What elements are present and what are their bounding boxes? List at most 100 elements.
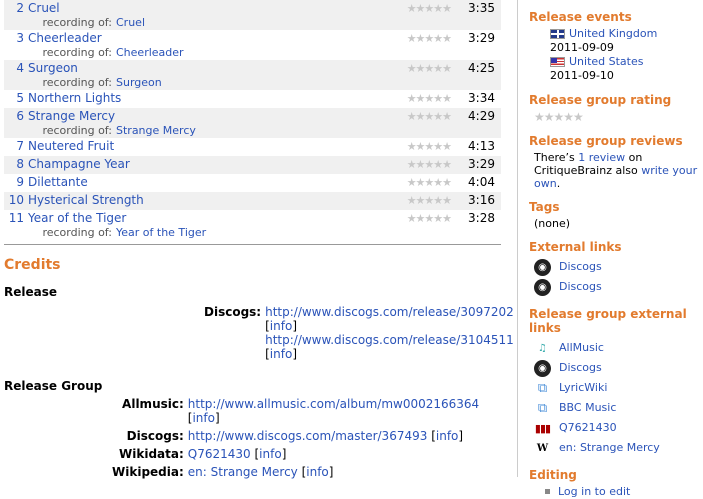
discogs-release-link[interactable]: http://www.discogs.com/release/3097202: [265, 305, 514, 319]
info-link[interactable]: info: [259, 447, 282, 461]
track-title-link[interactable]: Dilettante: [28, 175, 88, 189]
discogs-icon: ◉: [534, 278, 551, 296]
track-number[interactable]: 10: [4, 192, 26, 210]
info-link[interactable]: info: [436, 429, 459, 443]
rg-external-link[interactable]: BBC Music: [559, 401, 616, 414]
recording-link[interactable]: Cruel: [116, 16, 145, 29]
rating-stars[interactable]: ★★★★★: [407, 140, 452, 153]
release-country-link[interactable]: United States: [569, 55, 644, 68]
credit-value: Q7621430 [info]: [187, 447, 287, 461]
rg-external-link[interactable]: Q7621430: [559, 421, 617, 434]
rg-external-link[interactable]: LyricWiki: [559, 381, 607, 394]
rating-stars[interactable]: ★★★★★: [407, 194, 452, 207]
editing-item: Log in to edit: [534, 485, 703, 499]
track-title-link[interactable]: Champagne Year: [28, 157, 130, 171]
recording-of: recording of: Cheerleader: [28, 46, 395, 60]
rating-stars[interactable]: ★★★★★: [407, 212, 452, 225]
rg-external-link-item: Wen: Strange Mercy: [534, 438, 703, 458]
track-row: 9 Dilettante ★★★★★ 4:04: [4, 174, 501, 192]
credit-row: Allmusic: http://www.allmusic.com/album/m…: [112, 395, 501, 427]
track-title-link[interactable]: Year of the Tiger: [28, 211, 126, 225]
track-title-cell: Cheerleader recording of: Cheerleader: [26, 30, 397, 60]
credit-label: Allmusic:: [122, 397, 184, 411]
rating-stars[interactable]: ★★★★★: [407, 110, 452, 123]
discogs-link[interactable]: Discogs: [559, 280, 602, 293]
release-date: 2011-09-09: [550, 41, 614, 54]
track-number[interactable]: 3: [4, 30, 26, 60]
recording-link[interactable]: Year of the Tiger: [116, 226, 206, 239]
track-title-link[interactable]: Cruel: [28, 1, 60, 15]
credit-value: http://www.allmusic.com/album/mw00021663…: [187, 397, 480, 425]
track-title-cell: Surgeon recording of: Surgeon: [26, 60, 397, 90]
track-number[interactable]: 5: [4, 90, 26, 108]
rg-external-link-item: ▮▮▮ Q7621430: [534, 418, 703, 438]
track-title-link[interactable]: Cheerleader: [28, 31, 102, 45]
track-title-link[interactable]: Hysterical Strength: [28, 193, 144, 207]
rating-stars[interactable]: ★★★★★: [407, 158, 452, 171]
info-link[interactable]: info: [270, 347, 293, 361]
recording-of-label: recording of:: [42, 76, 112, 89]
track-title-link[interactable]: Northern Lights: [28, 91, 121, 105]
release-event: United States 2011-09-10: [550, 55, 703, 83]
release-date: 2011-09-10: [550, 69, 614, 82]
track-row: 8 Champagne Year ★★★★★ 3:29: [4, 156, 501, 174]
track-rating-cell: ★★★★★: [397, 30, 453, 60]
log-in-to-edit-link[interactable]: Log in to edit: [558, 485, 630, 498]
rg-external-link[interactable]: en: Strange Mercy: [559, 441, 660, 454]
rating-stars[interactable]: ★★★★★: [407, 92, 452, 105]
rating-stars[interactable]: ★★★★★: [407, 176, 452, 189]
credit-link[interactable]: http://www.discogs.com/master/367493: [188, 429, 428, 443]
external-links-list: ◉ Discogs ◉ Discogs: [529, 257, 703, 297]
rating-stars[interactable]: ★★★★★: [529, 110, 703, 124]
external-links-heading: External links: [529, 240, 622, 254]
review-count-link[interactable]: 1 review: [578, 151, 625, 164]
rating-stars[interactable]: ★★★★★: [407, 2, 452, 15]
release-event: United Kingdom 2011-09-09: [550, 27, 703, 55]
recording-link[interactable]: Strange Mercy: [116, 124, 196, 137]
track-number[interactable]: 7: [4, 138, 26, 156]
recording-of-label: recording of:: [42, 226, 112, 239]
track-number[interactable]: 6: [4, 108, 26, 138]
discogs-link[interactable]: Discogs: [559, 260, 602, 273]
track-rating-cell: ★★★★★: [397, 192, 453, 210]
discogs-icon: ◉: [534, 359, 551, 377]
track-length: 3:29: [468, 31, 495, 45]
track-number[interactable]: 8: [4, 156, 26, 174]
rg-external-link[interactable]: AllMusic: [559, 341, 604, 354]
credit-row: Wikipedia: en: Strange Mercy [info]: [112, 463, 501, 481]
info-link[interactable]: info: [192, 411, 215, 425]
editing-list: Log in to edit: [529, 485, 703, 499]
recording-link[interactable]: Surgeon: [116, 76, 162, 89]
credit-link[interactable]: Q7621430: [188, 447, 251, 461]
credit-row: Discogs: http://www.discogs.com/master/36…: [112, 427, 501, 445]
release-country-link[interactable]: United Kingdom: [569, 27, 657, 40]
reviews-text: There’s 1 review on CritiqueBrainz also …: [529, 151, 703, 190]
rating-stars[interactable]: ★★★★★: [407, 32, 452, 45]
rg-external-link-item: ♫ AllMusic: [534, 338, 703, 358]
track-number[interactable]: 11: [4, 210, 26, 240]
info-link[interactable]: info: [270, 319, 293, 333]
editing-heading: Editing: [529, 468, 577, 482]
track-number[interactable]: 4: [4, 60, 26, 90]
rg-external-link[interactable]: Discogs: [559, 361, 602, 374]
track-title-link[interactable]: Strange Mercy: [28, 109, 115, 123]
rating-stars[interactable]: ★★★★★: [407, 62, 452, 75]
track-rating-cell: ★★★★★: [397, 108, 453, 138]
track-length: 4:25: [453, 60, 501, 90]
reviews-pre: There’s: [534, 151, 579, 164]
track-rating-cell: ★★★★★: [397, 156, 453, 174]
tags-heading: Tags: [529, 200, 560, 214]
main-content: 2 Cruel recording of: Cruel ★★★★★ 3:35 3 Cheerl…: [4, 0, 514, 481]
recording-of-label: recording of:: [42, 124, 112, 137]
track-title-link[interactable]: Neutered Fruit: [28, 139, 114, 153]
discogs-release-link[interactable]: http://www.discogs.com/release/3104511: [265, 333, 514, 347]
track-title-cell: Champagne Year: [26, 156, 397, 174]
credit-link[interactable]: http://www.allmusic.com/album/mw00021663…: [188, 397, 479, 411]
recording-link[interactable]: Cheerleader: [116, 46, 184, 59]
track-number[interactable]: 2: [4, 0, 26, 30]
track-number[interactable]: 9: [4, 174, 26, 192]
track-title-cell: Hysterical Strength: [26, 192, 397, 210]
release-group-credits-table: Allmusic: http://www.allmusic.com/album/m…: [112, 395, 501, 481]
track-title-link[interactable]: Surgeon: [28, 61, 78, 75]
bbc-music-icon: ⧉: [537, 400, 548, 416]
